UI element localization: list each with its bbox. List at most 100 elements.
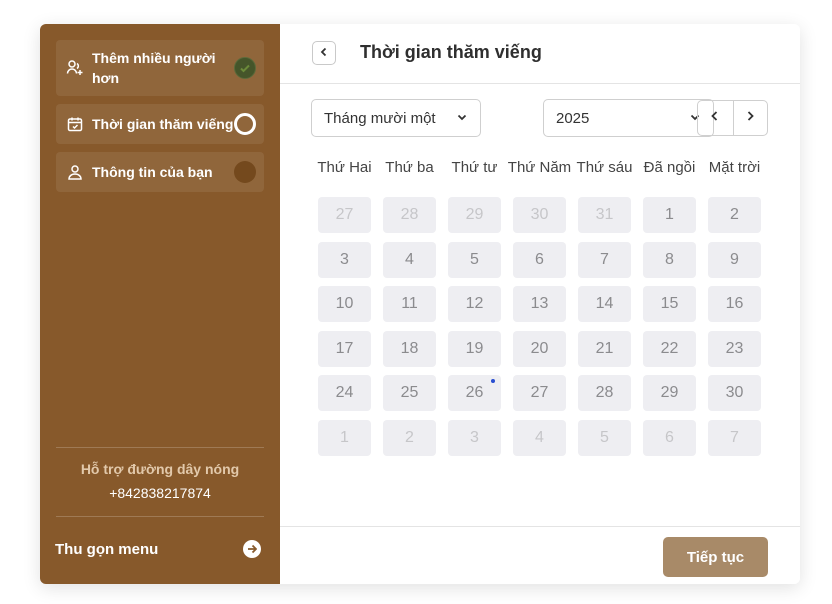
calendar-day[interactable]: 27: [513, 375, 566, 411]
calendar-day[interactable]: 17: [318, 331, 371, 367]
calendar-day[interactable]: 16: [708, 286, 761, 322]
day-number: 7: [730, 429, 739, 446]
header: Thời gian thăm viếng: [280, 24, 800, 84]
calendar-day[interactable]: 7: [578, 242, 631, 278]
day-number: 11: [401, 295, 418, 312]
check-icon: [234, 57, 256, 79]
calendar-day[interactable]: 8: [643, 242, 696, 278]
day-number: 6: [665, 429, 674, 446]
weekday-label: Thứ Năm: [507, 159, 572, 176]
calendar-day[interactable]: 11: [383, 286, 436, 322]
day-number: 27: [530, 384, 549, 401]
weekday-label: Thứ sáu: [576, 159, 633, 176]
weekday-label: Thứ Hai: [317, 159, 372, 176]
step-label: Thêm nhiều người hơn: [92, 50, 216, 86]
calendar-day: 4: [513, 420, 566, 456]
calendar-day: 30: [513, 197, 566, 233]
add-user-icon: [66, 58, 84, 76]
calendar-day[interactable]: 9: [708, 242, 761, 278]
day-number: 26: [465, 384, 484, 401]
collapse-menu-button[interactable]: Thu gọn menu: [55, 538, 261, 560]
calendar-day: 27: [318, 197, 371, 233]
calendar-day: 6: [643, 420, 696, 456]
weekday-label: Thứ tư: [451, 159, 498, 176]
day-number: 1: [665, 206, 674, 223]
day-number: 4: [535, 429, 544, 446]
calendar-day[interactable]: 4: [383, 242, 436, 278]
day-number: 5: [470, 251, 479, 268]
calendar-day[interactable]: 29: [643, 375, 696, 411]
day-number: 30: [530, 206, 549, 223]
calendar-day[interactable]: 24: [318, 375, 371, 411]
calendar-day[interactable]: 25: [383, 375, 436, 411]
day-number: 27: [335, 206, 354, 223]
day-number: 15: [660, 295, 679, 312]
calendar-day[interactable]: 15: [643, 286, 696, 322]
calendar-day[interactable]: 13: [513, 286, 566, 322]
calendar-day: 28: [383, 197, 436, 233]
step-label: Thời gian thăm viếng: [92, 116, 234, 132]
divider: [56, 447, 264, 448]
calendar-day[interactable]: 3: [318, 242, 371, 278]
calendar-day: 1: [318, 420, 371, 456]
calendar-day: 2: [383, 420, 436, 456]
day-number: 29: [465, 206, 484, 223]
calendar-day[interactable]: 30: [708, 375, 761, 411]
calendar-day[interactable]: 10: [318, 286, 371, 322]
sidebar: Thêm nhiều người hơn Thời gian thăm viến…: [40, 24, 280, 584]
calendar-day: 5: [578, 420, 631, 456]
day-number: 6: [535, 251, 544, 268]
back-button[interactable]: [312, 41, 336, 65]
year-select[interactable]: 2025: [543, 99, 714, 137]
day-number: 5: [600, 429, 609, 446]
step-add-people[interactable]: Thêm nhiều người hơn: [56, 40, 264, 96]
today-indicator-dot: [491, 379, 495, 383]
day-number: 9: [730, 251, 739, 268]
month-select-value: Tháng mười một: [324, 109, 436, 127]
current-step-indicator: [234, 113, 256, 135]
day-number: 14: [595, 295, 614, 312]
day-number: 19: [465, 340, 484, 357]
calendar-day[interactable]: 19: [448, 331, 501, 367]
calendar-day[interactable]: 2: [708, 197, 761, 233]
chevron-right-icon: [744, 109, 756, 127]
calendar-day[interactable]: 23: [708, 331, 761, 367]
calendar-day[interactable]: 21: [578, 331, 631, 367]
calendar-day[interactable]: 14: [578, 286, 631, 322]
day-number: 16: [725, 295, 744, 312]
calendar-day[interactable]: 18: [383, 331, 436, 367]
month-select[interactable]: Tháng mười một: [311, 99, 481, 137]
page-title: Thời gian thăm viếng: [360, 42, 542, 62]
day-number: 3: [340, 251, 349, 268]
hotline-number[interactable]: +842838217874: [40, 485, 280, 501]
weekday-label: Mặt trời: [708, 159, 761, 176]
day-number: 28: [400, 206, 419, 223]
month-navigation: [697, 100, 768, 136]
continue-button[interactable]: Tiếp tục: [663, 537, 768, 577]
pending-step-indicator: [234, 161, 256, 183]
step-visit-time[interactable]: Thời gian thăm viếng: [56, 104, 264, 144]
calendar-day[interactable]: 22: [643, 331, 696, 367]
day-number: 23: [725, 340, 744, 357]
year-select-value: 2025: [556, 109, 590, 127]
calendar-day[interactable]: 20: [513, 331, 566, 367]
calendar-day: 7: [708, 420, 761, 456]
day-number: 28: [595, 384, 614, 401]
calendar-day[interactable]: 1: [643, 197, 696, 233]
day-number: 2: [730, 206, 739, 223]
chevron-left-icon: [319, 44, 329, 62]
calendar-day[interactable]: 6: [513, 242, 566, 278]
calendar-day[interactable]: 28: [578, 375, 631, 411]
calendar-day-today[interactable]: 26: [448, 375, 501, 411]
day-number: 24: [335, 384, 354, 401]
next-month-button[interactable]: [732, 101, 768, 135]
calendar-icon: [66, 115, 84, 133]
calendar-day[interactable]: 12: [448, 286, 501, 322]
step-your-info[interactable]: Thông tin của bạn: [56, 152, 264, 192]
main-panel: Thời gian thăm viếng Tháng mười một 2025: [280, 24, 800, 584]
calendar-day[interactable]: 5: [448, 242, 501, 278]
previous-month-button[interactable]: [698, 101, 733, 135]
day-number: 1: [340, 429, 349, 446]
day-number: 2: [405, 429, 414, 446]
day-number: 12: [465, 295, 484, 312]
